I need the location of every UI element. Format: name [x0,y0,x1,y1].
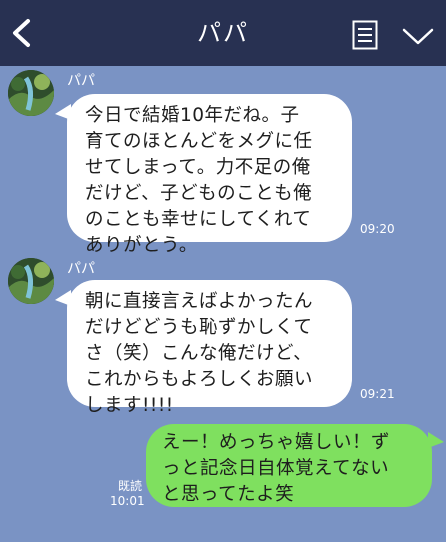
message-bubble[interactable]: 朝に直接言えばよかったん だけどどうも恥ずかしくて さ（笑）こんな俺だけど、 こ… [55,280,352,416]
avatar-image [8,258,54,304]
sender-name: パパ [67,261,95,277]
message-time: 09:20 [360,222,395,236]
read-label: 既読 [117,479,142,493]
avatar[interactable] [8,70,54,116]
reply-time: 10:01 [110,494,145,508]
avatar-image [8,70,54,116]
chevron-down-icon[interactable] [402,28,434,46]
chat-header: パパ [0,0,446,66]
chat-title: パパ [197,19,249,47]
message-time: 09:21 [360,387,395,401]
avatar[interactable] [8,258,54,304]
reply-bubble[interactable]: えー！めっちゃ嬉しい！ず っと記念日自体覚えてない と思ってたよ笑 [146,424,444,507]
sender-name: パパ [67,73,95,89]
read-receipt: 既読 10:01 [110,479,145,509]
notes-icon[interactable] [352,20,378,50]
message-bubble[interactable]: 今日で結婚10年だね。子 育てのほとんどをメグに任 せてしまって。力不足の俺 だ… [55,94,352,256]
